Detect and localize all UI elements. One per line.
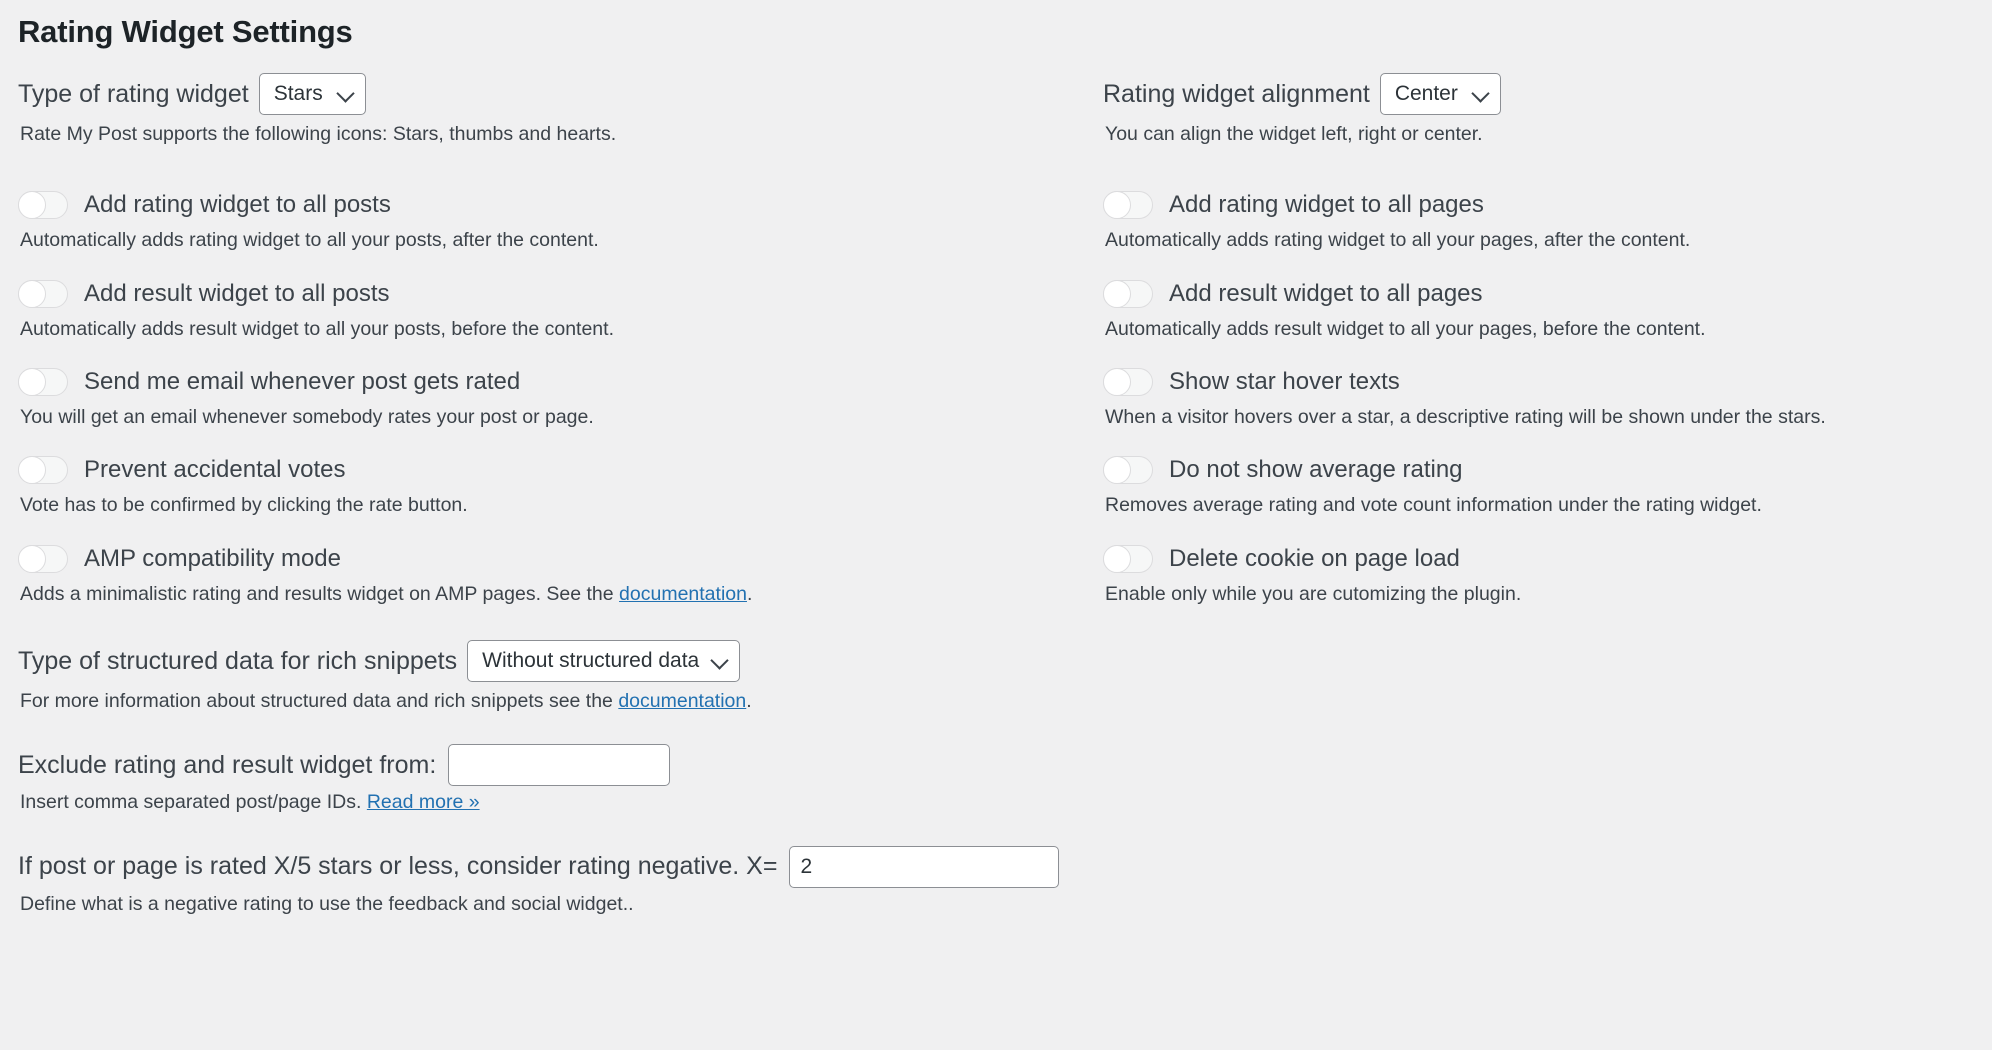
setting-add-rating-widget-posts: Add rating widget to all posts Automatic… [18, 191, 1078, 253]
widget-type-description: Rate My Post supports the following icon… [20, 123, 617, 145]
setting-delete-cookie-on-page-load: Delete cookie on page load Enable only w… [1103, 544, 1973, 607]
toggle-row: AMP compatibility mode [18, 544, 1078, 573]
toggle-label: Delete cookie on page load [1169, 544, 1460, 572]
toggle-description: Automatically adds result widget to all … [1105, 317, 1706, 340]
toggle-label: Do not show average rating [1169, 456, 1463, 484]
setting-add-result-widget-pages: Add result widget to all pages Automatic… [1103, 279, 1973, 342]
toggle-add-result-widget-pages[interactable] [1103, 279, 1153, 308]
toggle-row: Add result widget to all posts [18, 279, 1078, 308]
toggle-description: Automatically adds rating widget to all … [1105, 229, 1691, 252]
toggle-add-result-widget-posts[interactable] [18, 279, 68, 308]
setting-prevent-accidental-votes: Prevent accidental votes Vote has to be … [18, 456, 1078, 518]
toggle-label: AMP compatibility mode [84, 544, 341, 572]
page-title: Rating Widget Settings [18, 14, 353, 49]
exclude-row: Exclude rating and result widget from: [18, 744, 1078, 787]
alignment-description: You can align the widget left, right or … [1105, 123, 1483, 145]
amp-description-text: Adds a minimalistic rating and results w… [20, 582, 620, 605]
toggle-amp-compatibility[interactable] [18, 544, 68, 573]
settings-page: Rating Widget Settings Type of rating wi… [0, 0, 1992, 1050]
toggle-description: Vote has to be confirmed by clicking the… [20, 494, 468, 517]
toggle-label: Add result widget to all pages [1169, 279, 1483, 307]
toggle-row: Send me email whenever post gets rated [18, 368, 1078, 397]
structured-data-row: Type of structured data for rich snippet… [18, 637, 1078, 685]
toggle-row: Show star hover texts [1103, 368, 1973, 397]
structured-data-select[interactable]: Without structured data [467, 640, 741, 683]
toggle-row: Add rating widget to all pages [1103, 191, 1973, 220]
exclude-label: Exclude rating and result widget from: [18, 750, 437, 779]
toggle-knob [18, 191, 46, 220]
chevron-down-icon [336, 84, 355, 103]
toggle-label: Add result widget to all posts [84, 279, 390, 307]
toggle-delete-cookie-on-page-load[interactable] [1103, 544, 1153, 573]
toggle-description: Enable only while you are cutomizing the… [1105, 582, 1522, 605]
toggle-add-rating-widget-pages[interactable] [1103, 191, 1153, 220]
toggle-send-email-on-rating[interactable] [18, 368, 68, 397]
chevron-down-icon [1471, 84, 1490, 103]
toggle-knob [18, 456, 46, 485]
structured-data-label: Type of structured data for rich snippet… [18, 646, 458, 675]
widget-type-value: Stars [273, 82, 323, 105]
toggle-description: Adds a minimalistic rating and results w… [20, 582, 1078, 607]
right-column: Rating widget alignment Center You can a… [1103, 70, 1973, 611]
structured-data-description: For more information about structured da… [20, 689, 1078, 714]
toggle-label: Show star hover texts [1169, 368, 1400, 396]
toggle-row: Add rating widget to all posts [18, 191, 1078, 220]
setting-amp-compatibility: AMP compatibility mode Adds a minimalist… [18, 544, 1078, 607]
exclude-input[interactable] [448, 744, 671, 787]
toggle-knob [18, 544, 46, 573]
toggle-knob [1103, 456, 1131, 485]
toggle-do-not-show-average-rating[interactable] [1103, 456, 1153, 485]
toggle-label: Add rating widget to all posts [84, 191, 391, 219]
setting-send-email-on-rating: Send me email whenever post gets rated Y… [18, 368, 1078, 430]
toggle-knob [18, 279, 46, 308]
toggle-row: Do not show average rating [1103, 456, 1973, 485]
widget-type-select[interactable]: Stars [258, 73, 366, 115]
alignment-row: Rating widget alignment Center [1103, 70, 1973, 118]
toggle-row: Delete cookie on page load [1103, 544, 1973, 573]
setting-show-star-hover-texts: Show star hover texts When a visitor hov… [1103, 368, 1973, 430]
setting-add-result-widget-posts: Add result widget to all posts Automatic… [18, 279, 1078, 342]
toggle-description: Automatically adds rating widget to all … [20, 229, 599, 252]
toggle-description: You will get an email whenever somebody … [20, 406, 594, 429]
negative-rating-description: Define what is a negative rating to use … [20, 892, 634, 915]
toggle-knob [18, 368, 46, 397]
toggle-description: When a visitor hovers over a star, a des… [1105, 406, 1826, 429]
toggle-knob [1103, 368, 1131, 397]
negative-rating-row: If post or page is rated X/5 stars or le… [18, 845, 1078, 888]
toggle-row: Add result widget to all pages [1103, 279, 1973, 308]
toggle-knob [1103, 544, 1131, 573]
exclude-description: Insert comma separated post/page IDs. Re… [20, 790, 1078, 815]
structured-data-description-text: For more information about structured da… [20, 690, 619, 713]
structured-data-description-suffix: . [746, 690, 752, 713]
toggle-add-rating-widget-posts[interactable] [18, 191, 68, 220]
toggle-row: Prevent accidental votes [18, 456, 1078, 485]
widget-type-label: Type of rating widget [18, 79, 249, 108]
toggle-knob [1103, 279, 1131, 308]
toggle-label: Prevent accidental votes [84, 456, 346, 484]
setting-add-rating-widget-pages: Add rating widget to all pages Automatic… [1103, 191, 1973, 253]
exclude-read-more-link[interactable]: Read more » [367, 791, 480, 813]
toggle-show-star-hover-texts[interactable] [1103, 368, 1153, 397]
toggle-description: Automatically adds result widget to all … [20, 317, 614, 340]
chevron-down-icon [710, 651, 729, 670]
exclude-description-text: Insert comma separated post/page IDs. [20, 791, 367, 814]
alignment-select[interactable]: Center [1379, 73, 1501, 115]
alignment-label: Rating widget alignment [1103, 79, 1370, 108]
structured-data-documentation-link[interactable]: documentation [618, 690, 746, 712]
toggle-label: Send me email whenever post gets rated [84, 368, 521, 396]
toggle-description: Removes average rating and vote count in… [1105, 494, 1762, 517]
toggle-label: Add rating widget to all pages [1169, 191, 1484, 219]
toggle-prevent-accidental-votes[interactable] [18, 456, 68, 485]
structured-data-value: Without structured data [482, 649, 700, 673]
setting-do-not-show-average-rating: Do not show average rating Removes avera… [1103, 456, 1973, 518]
alignment-value: Center [1394, 82, 1458, 105]
toggle-knob [1103, 191, 1131, 220]
widget-type-row: Type of rating widget Stars [18, 70, 1078, 118]
amp-description-suffix: . [746, 582, 753, 605]
amp-documentation-link[interactable]: documentation [619, 583, 747, 605]
negative-rating-label: If post or page is rated X/5 stars or le… [18, 852, 778, 881]
left-column: Type of rating widget Stars Rate My Post… [18, 70, 1078, 917]
negative-rating-input[interactable] [789, 845, 1060, 888]
